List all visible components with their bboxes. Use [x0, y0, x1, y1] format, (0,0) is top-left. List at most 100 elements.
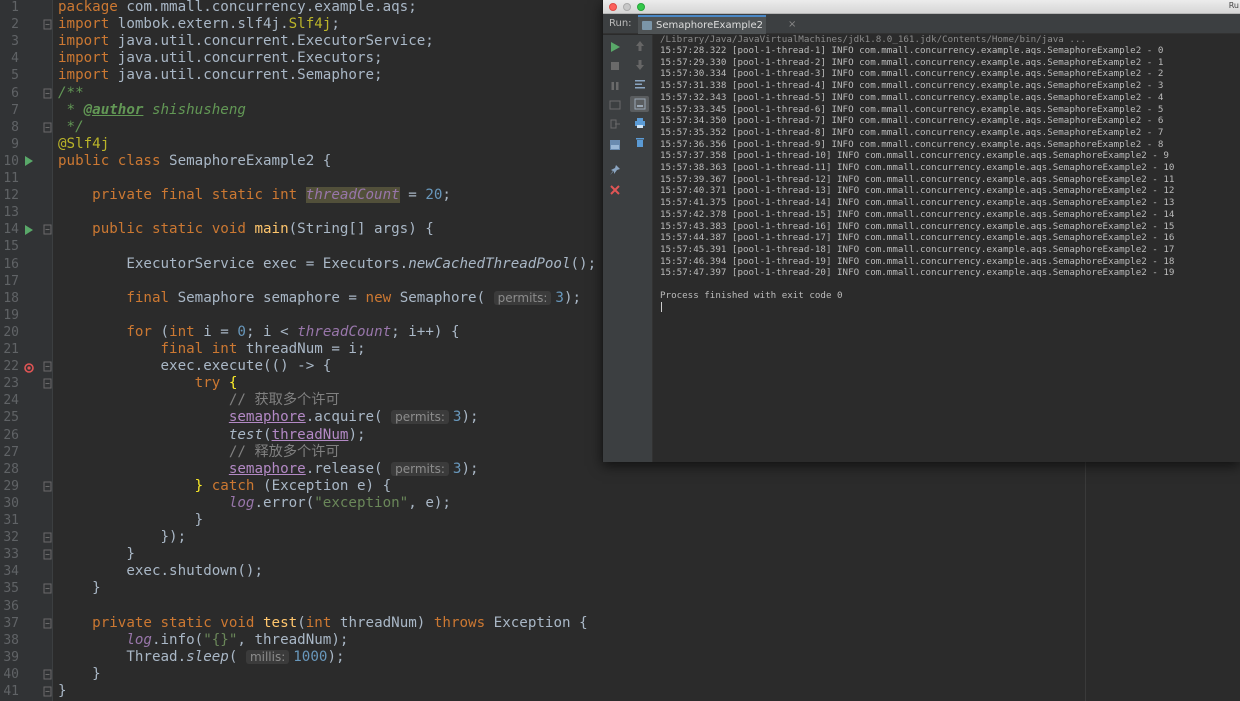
dump-threads-icon[interactable]	[609, 99, 621, 111]
code-line[interactable]: 34 exec.shutdown();	[0, 563, 1240, 580]
run-class-icon[interactable]	[24, 155, 34, 167]
code-line[interactable]: 29 } catch (Exception e) {	[0, 478, 1240, 495]
line-number: 31	[3, 513, 19, 528]
code-line[interactable]: 40 }	[0, 666, 1240, 683]
minimize-window-button[interactable]	[623, 3, 631, 11]
code-text: import java.util.concurrent.Semaphore;	[58, 67, 383, 84]
line-number: 4	[11, 51, 19, 67]
code-line[interactable]: 36	[0, 598, 1240, 615]
code-text: ExecutorService exec = Executors.newCach…	[58, 255, 597, 272]
console-output[interactable]: /Library/Java/JavaVirtualMachines/jdk1.8…	[654, 34, 1240, 462]
line-number: 16	[3, 256, 19, 272]
line-number: 20	[3, 324, 19, 340]
line-number: 14	[3, 222, 19, 238]
log-line: 15:57:36.356 [pool-1-thread-9] INFO com.…	[660, 138, 1164, 150]
code-line[interactable]: 28 semaphore.release( permits: 3);	[0, 461, 1240, 478]
code-text: public class SemaphoreExample2 {	[58, 152, 332, 169]
tab-semaphore-example2[interactable]: SemaphoreExample2 ×	[638, 15, 796, 34]
fold-marker-icon[interactable]	[43, 358, 53, 375]
code-line[interactable]: 39 Thread.sleep( millis: 1000);	[0, 649, 1240, 666]
line-number: 36	[3, 598, 19, 614]
code-line[interactable]: 38 log.info("{}", threadNum);	[0, 632, 1240, 649]
rerun-icon[interactable]	[609, 41, 621, 53]
fold-marker-icon[interactable]	[43, 221, 53, 238]
line-number: 21	[3, 342, 19, 357]
fold-marker-icon[interactable]	[43, 529, 53, 546]
line-number: 3	[11, 34, 19, 50]
soft-wrap-icon[interactable]	[634, 78, 646, 90]
code-line[interactable]: 33 }	[0, 546, 1240, 563]
line-number: 28	[3, 461, 19, 477]
fold-marker-icon[interactable]	[43, 683, 53, 700]
code-text: // 获取多个许可	[228, 392, 340, 409]
fold-marker-icon[interactable]	[43, 478, 53, 495]
maximize-window-button[interactable]	[637, 3, 645, 11]
layout-icon[interactable]	[609, 139, 621, 151]
trash-icon[interactable]	[634, 136, 646, 148]
pause-icon[interactable]	[609, 80, 621, 92]
run-main-icon[interactable]	[24, 224, 34, 236]
print-icon[interactable]	[634, 117, 646, 129]
breakpoint-icon[interactable]	[23, 362, 35, 374]
tab-close-icon[interactable]: ×	[788, 19, 796, 30]
code-line[interactable]: 37 private static void test(int threadNu…	[0, 615, 1240, 632]
line-number: 32	[3, 530, 19, 546]
code-text: try {	[194, 375, 238, 392]
line-number: 22	[3, 359, 19, 375]
log-line: 15:57:30.334 [pool-1-thread-3] INFO com.…	[660, 68, 1164, 80]
line-number: 34	[3, 564, 19, 580]
fold-marker-icon[interactable]	[43, 85, 53, 102]
code-line[interactable]: 32 });	[0, 529, 1240, 546]
line-number: 41	[3, 684, 19, 699]
log-line: 15:57:41.375 [pool-1-thread-14] INFO com…	[660, 197, 1175, 209]
code-text: exec.execute(() -> {	[58, 358, 332, 375]
fold-marker-icon[interactable]	[43, 119, 53, 136]
line-number: 35	[3, 581, 19, 597]
code-text: private final static int threadCount = 2…	[92, 187, 451, 204]
code-line[interactable]: 35 }	[0, 580, 1240, 597]
code-text: test(threadNum);	[228, 426, 366, 443]
line-number: 23	[3, 376, 19, 392]
close-icon[interactable]	[609, 184, 621, 196]
fold-marker-icon[interactable]	[43, 615, 53, 632]
log-line: 15:57:35.352 [pool-1-thread-8] INFO com.…	[660, 126, 1164, 138]
fold-marker-icon[interactable]	[43, 666, 53, 683]
close-window-button[interactable]	[609, 3, 617, 11]
code-line[interactable]: 31 }	[0, 512, 1240, 529]
code-text: package com.mmall.concurrency.example.aq…	[58, 0, 417, 15]
fold-marker-icon[interactable]	[43, 580, 53, 597]
exit-icon[interactable]	[609, 118, 621, 130]
line-number: 19	[3, 307, 19, 323]
log-line: 15:57:28.322 [pool-1-thread-1] INFO com.…	[660, 45, 1164, 56]
run-label: Run:	[609, 18, 632, 29]
line-number: 18	[3, 290, 19, 306]
line-number: 17	[3, 273, 19, 289]
line-number: 33	[3, 547, 19, 563]
log-line: 15:57:37.358 [pool-1-thread-10] INFO com…	[660, 150, 1169, 162]
code-text: final Semaphore semaphore = new Semaphor…	[126, 289, 582, 306]
fold-marker-icon[interactable]	[43, 16, 53, 33]
line-number: 8	[11, 119, 19, 135]
pin-icon[interactable]	[609, 164, 621, 176]
code-text: * @author shishusheng	[58, 101, 246, 118]
code-text: private static void test(int threadNum) …	[92, 614, 588, 631]
line-number: 29	[3, 478, 19, 494]
run-tool-window[interactable]: Ru Run: SemaphoreExample2 × /Library/Jav…	[602, 0, 1240, 462]
code-text: @Slf4j	[58, 135, 110, 152]
scroll-down-icon[interactable]	[634, 59, 646, 71]
code-text: /**	[58, 84, 84, 101]
log-line: 15:57:42.378 [pool-1-thread-15] INFO com…	[660, 208, 1175, 220]
code-line[interactable]: 30 log.error("exception", e);	[0, 495, 1240, 512]
scroll-to-end-icon	[634, 98, 646, 110]
stop-icon[interactable]	[609, 60, 621, 72]
java-command-line: /Library/Java/JavaVirtualMachines/jdk1.8…	[660, 34, 1086, 45]
window-titlebar[interactable]: Ru	[603, 0, 1240, 14]
line-number: 2	[11, 17, 19, 33]
scroll-up-icon[interactable]	[634, 40, 646, 52]
log-line: 15:57:38.363 [pool-1-thread-11] INFO com…	[660, 162, 1175, 173]
fold-marker-icon[interactable]	[43, 375, 53, 392]
code-line[interactable]: 41}	[0, 683, 1240, 700]
log-line: 15:57:34.350 [pool-1-thread-7] INFO com.…	[660, 115, 1164, 127]
code-text: }	[58, 665, 101, 682]
fold-marker-icon[interactable]	[43, 546, 53, 563]
